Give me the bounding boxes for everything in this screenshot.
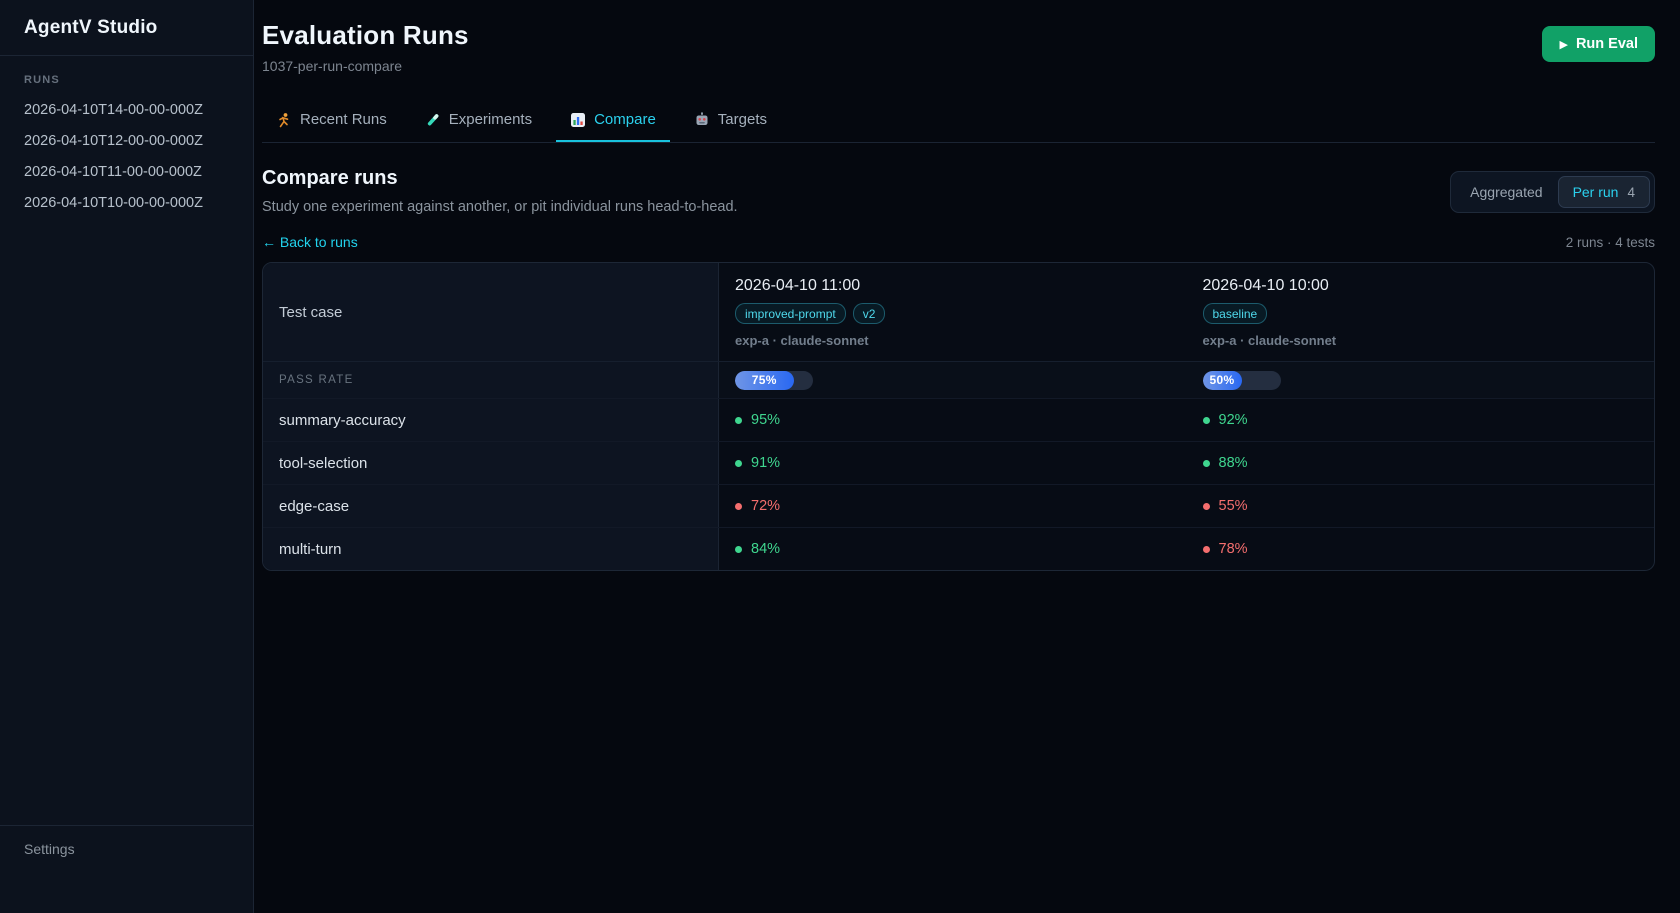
sidebar-run-item[interactable]: 2026-04-10T10-00-00-000Z: [24, 195, 229, 211]
sidebar-run-item[interactable]: 2026-04-10T11-00-00-000Z: [24, 164, 229, 180]
toggle-label: Per run: [1573, 184, 1619, 200]
compare-header: Compare runs Study one experiment agains…: [262, 167, 1655, 215]
pass-rate-cell: 50%: [1187, 362, 1655, 398]
run-badge: v2: [853, 303, 886, 324]
tab-label: Targets: [718, 111, 767, 128]
result-cell: 55%: [1187, 485, 1655, 527]
result-value: 78%: [1219, 541, 1248, 557]
sidebar-runs-nav: RUNS 2026-04-10T14-00-00-000Z 2026-04-10…: [0, 56, 253, 244]
result-value: 88%: [1219, 455, 1248, 471]
run-date: 2026-04-10 10:00: [1203, 277, 1639, 295]
test-name: summary-accuracy: [279, 412, 406, 429]
play-icon: ▶: [1559, 38, 1567, 51]
result-cell: 91%: [719, 442, 1187, 484]
pass-rate-row: PASS RATE 75% 50%: [263, 361, 1654, 398]
status-dot: [735, 460, 742, 467]
test-name: edge-case: [279, 498, 349, 515]
robot-icon: [694, 112, 710, 128]
table-row: multi-turn 84% 78%: [263, 527, 1654, 570]
run-column-header: 2026-04-10 10:00 baseline exp-a · claude…: [1187, 263, 1655, 361]
tab-recent-runs[interactable]: Recent Runs: [262, 101, 401, 142]
tab-targets[interactable]: Targets: [680, 101, 781, 142]
runner-icon: [276, 112, 292, 128]
tab-label: Recent Runs: [300, 111, 387, 128]
test-name: tool-selection: [279, 455, 367, 472]
settings-link[interactable]: Settings: [24, 841, 229, 857]
pass-rate-cell: 75%: [719, 362, 1187, 398]
tab-label: Experiments: [449, 111, 532, 128]
run-meta: exp-a · claude-sonnet: [1203, 333, 1639, 348]
tab-bar: Recent Runs Experiments Compare Targets: [262, 101, 1655, 143]
result-value: 55%: [1219, 498, 1248, 514]
main-content: Evaluation Runs 1037-per-run-compare ▶ R…: [254, 0, 1680, 913]
test-case-header-cell: Test case: [263, 263, 719, 361]
pass-rate-bar: 50%: [1203, 371, 1281, 390]
status-dot: [1203, 460, 1210, 467]
run-date: 2026-04-10 11:00: [735, 277, 1171, 295]
status-dot: [735, 417, 742, 424]
run-column-header: 2026-04-10 11:00 improved-prompt v2 exp-…: [719, 263, 1187, 361]
compare-description: Study one experiment against another, or…: [262, 199, 738, 215]
result-value: 72%: [751, 498, 780, 514]
page-title: Evaluation Runs: [262, 20, 469, 51]
pass-rate-bar-fill: 75%: [735, 371, 794, 390]
run-eval-button[interactable]: ▶ Run Eval: [1542, 26, 1655, 62]
result-cell: 78%: [1187, 528, 1655, 570]
run-badge: baseline: [1203, 303, 1268, 324]
badge-row: baseline: [1203, 303, 1639, 324]
pass-rate-bar: 75%: [735, 371, 813, 390]
test-tube-icon: [425, 112, 441, 128]
run-meta: exp-a · claude-sonnet: [735, 333, 1171, 348]
table-row: summary-accuracy 95% 92%: [263, 398, 1654, 441]
status-dot: [1203, 546, 1210, 553]
app-title: AgentV Studio: [24, 17, 229, 39]
runs-section-label: RUNS: [24, 74, 229, 86]
tab-experiments[interactable]: Experiments: [411, 101, 546, 142]
pass-rate-bar-fill: 50%: [1203, 371, 1242, 390]
toggle-aggregated[interactable]: Aggregated: [1455, 176, 1557, 208]
toggle-count-badge: 4: [1627, 185, 1635, 200]
table-header-row: Test case 2026-04-10 11:00 improved-prom…: [263, 263, 1654, 361]
run-badge: improved-prompt: [735, 303, 846, 324]
result-cell: 92%: [1187, 399, 1655, 441]
page-subtitle: 1037-per-run-compare: [262, 58, 469, 74]
result-cell: 72%: [719, 485, 1187, 527]
runs-summary: 2 runs · 4 tests: [1566, 235, 1655, 250]
sidebar-footer: Settings: [0, 825, 253, 913]
table-row: edge-case 72% 55%: [263, 484, 1654, 527]
test-name: multi-turn: [279, 541, 342, 558]
view-mode-toggle: Aggregated Per run 4: [1450, 171, 1655, 213]
pass-rate-label-cell: PASS RATE: [263, 362, 719, 398]
badge-row: improved-prompt v2: [735, 303, 1171, 324]
result-value: 95%: [751, 412, 780, 428]
toggle-per-run[interactable]: Per run 4: [1558, 176, 1650, 208]
run-eval-label: Run Eval: [1576, 36, 1638, 52]
sidebar: AgentV Studio RUNS 2026-04-10T14-00-00-0…: [0, 0, 254, 913]
status-dot: [735, 503, 742, 510]
toggle-label: Aggregated: [1470, 184, 1542, 200]
compare-meta-row: ← Back to runs 2 runs · 4 tests: [262, 234, 1655, 250]
result-value: 84%: [751, 541, 780, 557]
result-cell: 84%: [719, 528, 1187, 570]
tab-compare[interactable]: Compare: [556, 101, 670, 142]
table-row: tool-selection 91% 88%: [263, 441, 1654, 484]
status-dot: [1203, 503, 1210, 510]
result-cell: 88%: [1187, 442, 1655, 484]
tab-label: Compare: [594, 111, 656, 128]
result-value: 91%: [751, 455, 780, 471]
page-header: Evaluation Runs 1037-per-run-compare ▶ R…: [262, 20, 1655, 74]
status-dot: [1203, 417, 1210, 424]
result-value: 92%: [1219, 412, 1248, 428]
back-to-runs-link[interactable]: ← Back to runs: [262, 234, 358, 250]
bar-chart-icon: [570, 112, 586, 128]
sidebar-run-item[interactable]: 2026-04-10T14-00-00-000Z: [24, 102, 229, 118]
result-cell: 95%: [719, 399, 1187, 441]
status-dot: [735, 546, 742, 553]
sidebar-header: AgentV Studio: [0, 0, 253, 56]
compare-table: Test case 2026-04-10 11:00 improved-prom…: [262, 262, 1655, 571]
compare-title: Compare runs: [262, 167, 738, 190]
sidebar-run-item[interactable]: 2026-04-10T12-00-00-000Z: [24, 133, 229, 149]
